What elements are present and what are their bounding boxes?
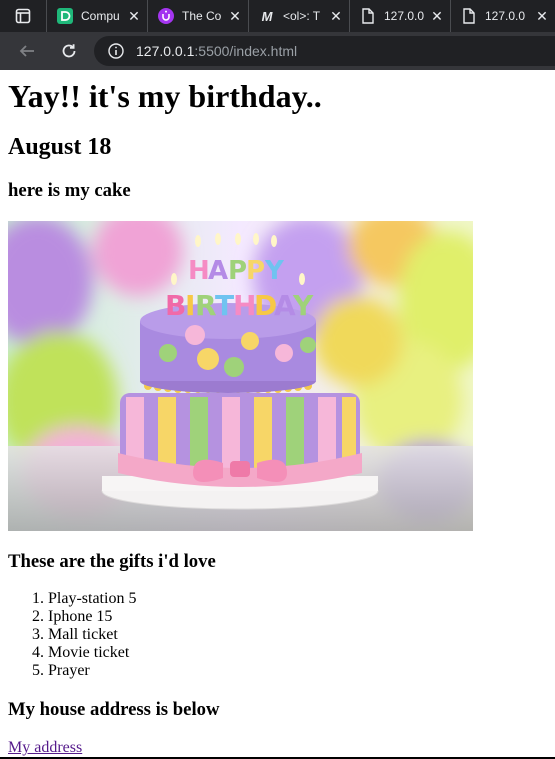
file-icon xyxy=(461,8,477,24)
cake-image: H A P P Y B I R T H D A Y xyxy=(8,221,473,531)
cake-caption: here is my cake xyxy=(8,180,131,201)
file-icon xyxy=(360,8,376,24)
svg-text:A: A xyxy=(208,256,228,286)
address-heading: My house address is below xyxy=(8,699,220,720)
svg-text:P: P xyxy=(228,256,247,286)
udemy-icon xyxy=(158,8,174,24)
back-button[interactable] xyxy=(12,36,42,66)
reload-button[interactable] xyxy=(54,36,84,66)
svg-text:H: H xyxy=(233,289,256,322)
close-icon[interactable]: ✕ xyxy=(430,8,444,25)
svg-text:Y: Y xyxy=(264,256,285,286)
svg-text:I: I xyxy=(185,289,195,322)
page-title: Yay!! it's my birthday.. xyxy=(8,78,322,114)
browser-tab-strip: Compu ✕ The Co ✕ M <ol>: T ✕ 127.0.0 ✕ 1… xyxy=(0,0,555,32)
mdn-icon: M xyxy=(261,8,273,24)
tab-title: 127.0.0 xyxy=(485,9,526,23)
tab-actions-button[interactable] xyxy=(0,0,46,32)
svg-text:B: B xyxy=(165,289,186,322)
url-host: 127.0.0.1 xyxy=(136,43,195,59)
birthday-date: August 18 xyxy=(8,134,112,160)
gifts-heading: These are the gifts i'd love xyxy=(8,551,216,572)
reload-icon xyxy=(62,44,76,58)
svg-text:H: H xyxy=(188,256,210,286)
codedamn-icon xyxy=(57,8,73,24)
page-content: Yay!! it's my birthday.. August 18 here … xyxy=(0,70,555,759)
address-link[interactable]: My address xyxy=(8,739,82,757)
list-item: Play-station 5 xyxy=(48,590,136,608)
svg-text:T: T xyxy=(215,289,234,322)
tab-title: The Co xyxy=(182,9,222,23)
close-icon[interactable]: ✕ xyxy=(228,8,242,25)
back-arrow-icon xyxy=(19,45,34,57)
info-icon[interactable] xyxy=(102,43,130,59)
url-text[interactable]: 127.0.0.1:5500/index.html xyxy=(136,43,297,59)
svg-text:Y: Y xyxy=(292,289,314,322)
tab-title: <ol>: T xyxy=(283,9,321,23)
url-path: :5500/index.html xyxy=(194,43,298,59)
svg-text:R: R xyxy=(195,289,217,322)
list-item: Movie ticket xyxy=(48,644,136,662)
browser-toolbar: 127.0.0.1:5500/index.html xyxy=(0,32,555,70)
close-icon[interactable]: ✕ xyxy=(535,8,549,25)
tab-the-co[interactable]: The Co ✕ xyxy=(147,0,248,32)
gift-list: Play-station 5 Iphone 15 Mall ticket Mov… xyxy=(8,590,136,680)
list-item: Iphone 15 xyxy=(48,608,136,626)
close-icon[interactable]: ✕ xyxy=(329,8,343,25)
tab-local-1[interactable]: 127.0.0 ✕ xyxy=(349,0,450,32)
tab-ol-mdn[interactable]: M <ol>: T ✕ xyxy=(248,0,349,32)
tab-actions-icon xyxy=(15,8,31,24)
list-item: Prayer xyxy=(48,662,136,680)
tab-title: Compu xyxy=(81,9,120,23)
address-bar[interactable]: 127.0.0.1:5500/index.html xyxy=(94,36,555,66)
list-item: Mall ticket xyxy=(48,626,136,644)
tab-compu[interactable]: Compu ✕ xyxy=(46,0,147,32)
tab-local-2[interactable]: 127.0.0 ✕ xyxy=(450,0,555,32)
svg-text:P: P xyxy=(246,256,265,286)
close-icon[interactable]: ✕ xyxy=(127,8,141,25)
tab-title: 127.0.0 xyxy=(384,9,424,23)
